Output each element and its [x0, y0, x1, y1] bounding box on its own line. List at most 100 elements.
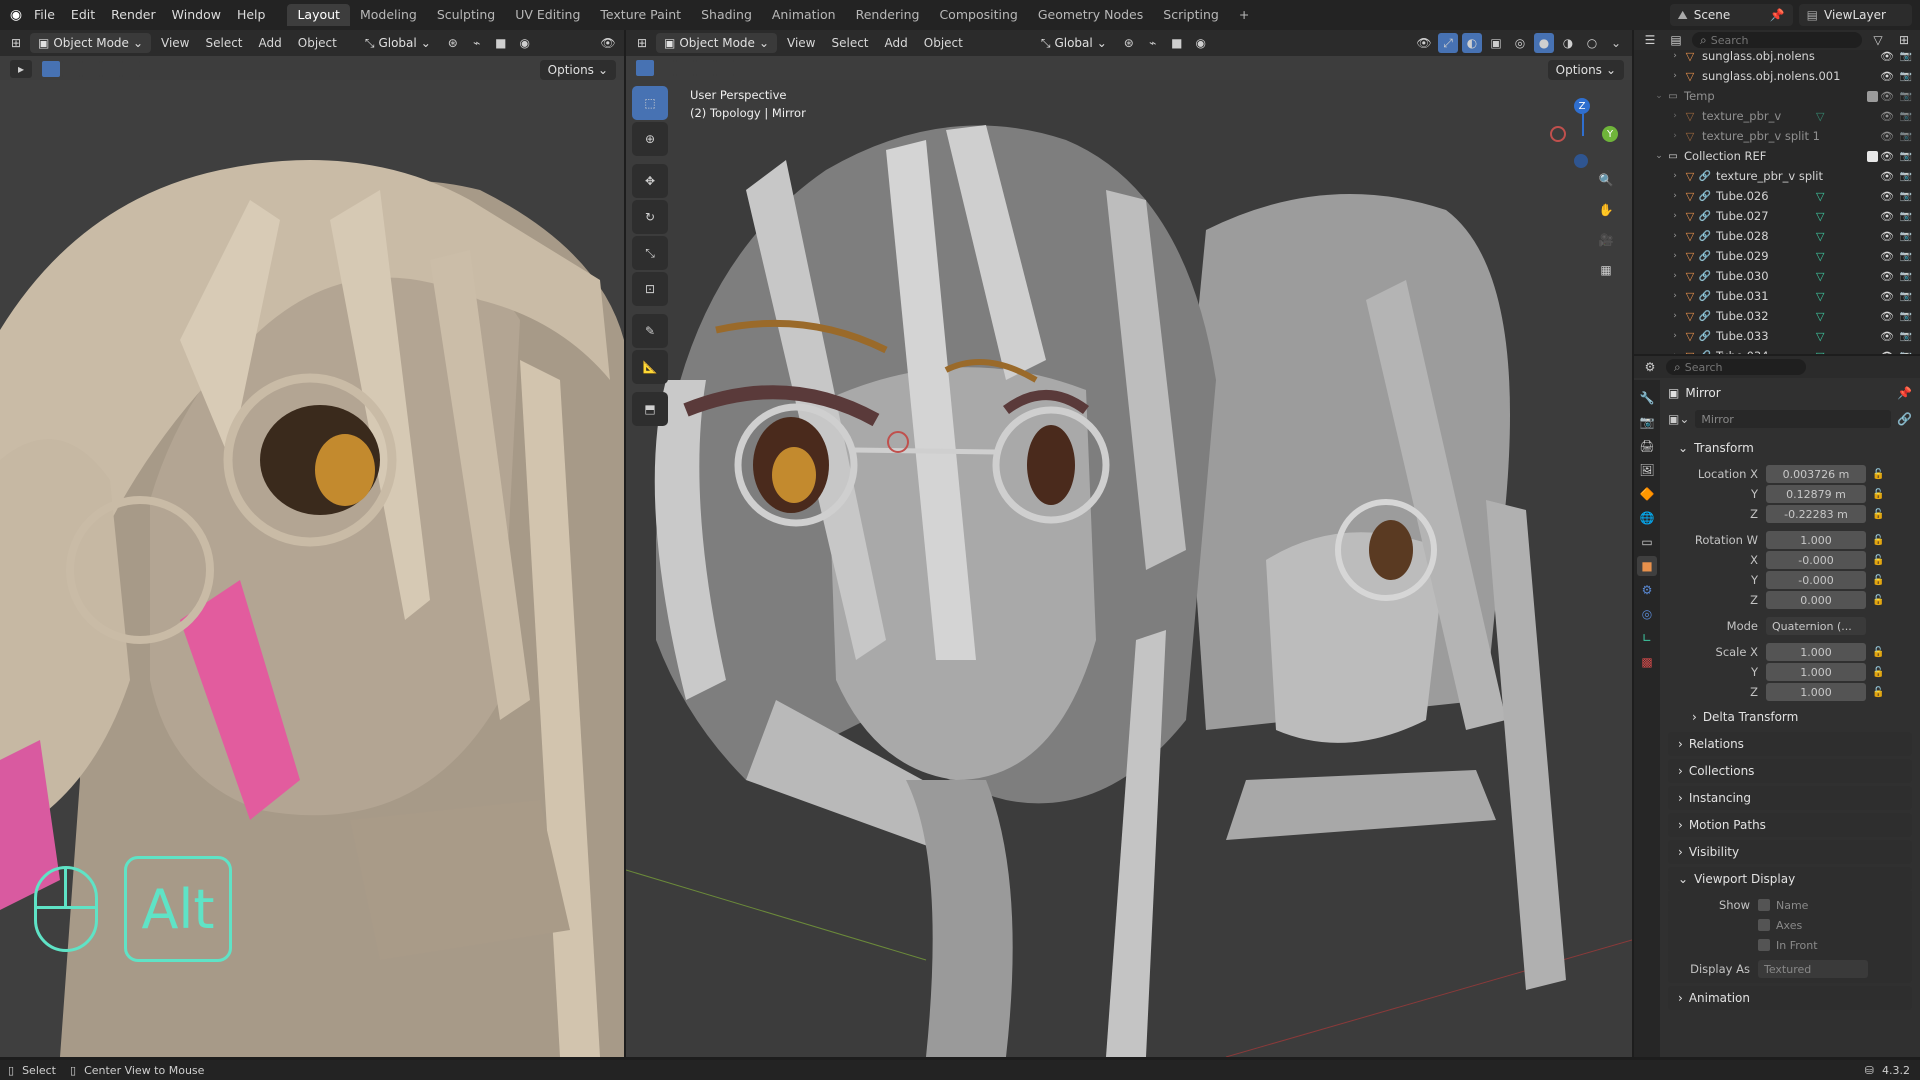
workspace-tab-uv-editing[interactable]: UV Editing	[505, 4, 590, 26]
eye-icon[interactable]: 👁	[1880, 70, 1894, 83]
chevron-right-icon[interactable]: ›	[1668, 71, 1682, 81]
display-as-dropdown[interactable]: Textured	[1758, 960, 1868, 978]
tool-tab-icon[interactable]: 🔧	[1637, 388, 1657, 408]
lock-icon[interactable]: 🔓	[1872, 555, 1884, 566]
show-axes-checkbox[interactable]	[1758, 919, 1770, 931]
select-box-tool-icon[interactable]: ⬚	[632, 86, 668, 120]
workspace-tab-layout[interactable]: Layout	[287, 4, 350, 26]
workspace-tab-shading[interactable]: Shading	[691, 4, 762, 26]
eye-icon[interactable]: 👁	[1880, 270, 1894, 283]
mesh-data-icon[interactable]: ▽	[1816, 350, 1824, 355]
eye-icon[interactable]: 👁	[1880, 310, 1894, 323]
camera-icon[interactable]: 📷	[1900, 151, 1912, 162]
view-layer-selector[interactable]: ▤ ViewLayer	[1798, 4, 1912, 26]
rotation-y-field[interactable]: -0.000	[1766, 571, 1866, 589]
left-viewport[interactable]: ⊞ ▣ Object Mode ⌄ View Select Add Object ⤡…	[0, 30, 624, 1057]
mesh-data-icon[interactable]: ▽	[1816, 250, 1824, 263]
measure-tool-icon[interactable]: 📐	[632, 350, 668, 384]
transform-panel-header[interactable]: ⌄ Transform	[1668, 436, 1912, 460]
workspace-tab-modeling[interactable]: Modeling	[350, 4, 427, 26]
view-layer-name[interactable]: ViewLayer	[1824, 8, 1904, 22]
camera-icon[interactable]: 📷	[1900, 331, 1912, 342]
workspace-tab-animation[interactable]: Animation	[762, 4, 846, 26]
mesh-data-icon[interactable]: ▽	[1816, 290, 1824, 303]
outliner-object-row[interactable]: › ▽ 🔗 Tube.028 ▽ 👁 📷	[1634, 226, 1920, 246]
pivot-icon[interactable]: ⊛	[1119, 33, 1139, 53]
solid-shading-icon[interactable]: ●	[1534, 33, 1554, 53]
camera-icon[interactable]: 📷	[1900, 71, 1912, 82]
tool-select-icon[interactable]: ▸	[10, 60, 32, 78]
pan-hand-icon[interactable]: ✋	[1596, 200, 1616, 220]
editor-type-icon[interactable]: ⊞	[632, 33, 652, 53]
editor-type-icon[interactable]: ⊞	[6, 33, 26, 53]
outliner-object-row[interactable]: › ▽ 🔗 Tube.026 ▽ 👁 📷	[1634, 186, 1920, 206]
menu-window[interactable]: Window	[164, 0, 229, 30]
camera-icon[interactable]: 📷	[1900, 251, 1912, 262]
chevron-right-icon[interactable]: ›	[1668, 251, 1682, 261]
snap-icon[interactable]: ⌁	[1143, 33, 1163, 53]
workspace-tab-scripting[interactable]: Scripting	[1153, 4, 1229, 26]
proportional-edit-icon[interactable]: ◉	[515, 33, 535, 53]
outliner-object-row[interactable]: › ▽ sunglass.obj.nolens 👁 📷	[1634, 46, 1920, 66]
collections-panel-header[interactable]: › Collections	[1668, 759, 1912, 783]
camera-icon[interactable]: 🎥	[1596, 230, 1616, 250]
camera-icon[interactable]: 📷	[1900, 231, 1912, 242]
lock-icon[interactable]: 🔓	[1872, 535, 1884, 546]
chevron-down-icon[interactable]: ⌄	[1652, 151, 1666, 161]
lock-icon[interactable]: 🔓	[1872, 489, 1884, 500]
lock-icon[interactable]: 🔓	[1872, 575, 1884, 586]
physics-tab-icon[interactable]: ◎	[1637, 604, 1657, 624]
mesh-data-icon[interactable]: ▽	[1816, 270, 1824, 283]
camera-icon[interactable]: 📷	[1900, 271, 1912, 282]
chevron-right-icon[interactable]: ›	[1668, 131, 1682, 141]
eye-icon[interactable]: 👁	[1880, 230, 1894, 243]
move-tool-icon[interactable]: ✥	[632, 164, 668, 198]
output-tab-icon[interactable]: 🖨	[1637, 436, 1657, 456]
relations-panel-header[interactable]: › Relations	[1668, 732, 1912, 756]
workspace-tab-texture-paint[interactable]: Texture Paint	[590, 4, 691, 26]
mesh-data-icon[interactable]: ▽	[1816, 230, 1824, 243]
chevron-right-icon[interactable]: ›	[1668, 171, 1682, 181]
camera-icon[interactable]: 📷	[1900, 131, 1912, 142]
select-mode-icons[interactable]	[636, 60, 734, 76]
link-icon[interactable]: 🔗	[1897, 412, 1912, 426]
chevron-right-icon[interactable]: ›	[1668, 291, 1682, 301]
camera-icon[interactable]: 📷	[1900, 211, 1912, 222]
wireframe-shading-icon[interactable]: ◎	[1510, 33, 1530, 53]
pin-icon[interactable]: 📌	[1770, 8, 1785, 22]
chevron-right-icon[interactable]: ›	[1668, 351, 1682, 354]
transform-tool-icon[interactable]: ⊡	[632, 272, 668, 306]
lock-icon[interactable]: 🔓	[1872, 469, 1884, 480]
location-y-field[interactable]: 0.12879 m	[1766, 485, 1866, 503]
eye-icon[interactable]: 👁	[1880, 50, 1894, 63]
select-mode-icons[interactable]	[42, 61, 140, 77]
orientation-dropdown[interactable]: ⤡ Global ⌄	[1033, 33, 1115, 53]
mesh-data-icon[interactable]: ▽	[1816, 210, 1824, 223]
workspace-tab-compositing[interactable]: Compositing	[929, 4, 1027, 26]
chevron-right-icon[interactable]: ›	[1668, 111, 1682, 121]
mesh-data-icon[interactable]: ▽	[1816, 110, 1824, 123]
material-shading-icon[interactable]: ◑	[1558, 33, 1578, 53]
outliner-collection-row[interactable]: ⌄ ▭ Temp 👁 📷	[1634, 86, 1920, 106]
eye-icon[interactable]: 👁	[1880, 250, 1894, 263]
snap-icon[interactable]: ⌁	[467, 33, 487, 53]
eye-icon[interactable]: 👁	[1880, 290, 1894, 303]
view-menu[interactable]: View	[781, 36, 821, 50]
outliner-object-row[interactable]: › ▽ sunglass.obj.nolens.001 👁 📷	[1634, 66, 1920, 86]
instancing-panel-header[interactable]: › Instancing	[1668, 786, 1912, 810]
chevron-right-icon[interactable]: ›	[1668, 311, 1682, 321]
eye-icon[interactable]: 👁	[1880, 130, 1894, 143]
perspective-grid-icon[interactable]: ▦	[1596, 260, 1616, 280]
camera-icon[interactable]: 📷	[1900, 311, 1912, 322]
shading-options-icon[interactable]: ⌄	[1606, 33, 1626, 53]
properties-search-input[interactable]	[1684, 360, 1785, 374]
scene-name[interactable]: Scene	[1694, 8, 1764, 22]
outliner-object-row[interactable]: › ▽ texture_pbr_v ▽ 👁 📷	[1634, 106, 1920, 126]
camera-icon[interactable]: 📷	[1900, 51, 1912, 62]
viewport-display-panel-header[interactable]: ⌄ Viewport Display	[1668, 867, 1912, 891]
camera-icon[interactable]: 📷	[1900, 191, 1912, 202]
mesh-data-icon[interactable]: ▽	[1816, 310, 1824, 323]
chevron-down-icon[interactable]: ⌄	[1652, 91, 1666, 101]
outliner-object-row[interactable]: ›▽🔗Tube.034▽👁📷	[1634, 346, 1920, 354]
rotation-x-field[interactable]: -0.000	[1766, 551, 1866, 569]
